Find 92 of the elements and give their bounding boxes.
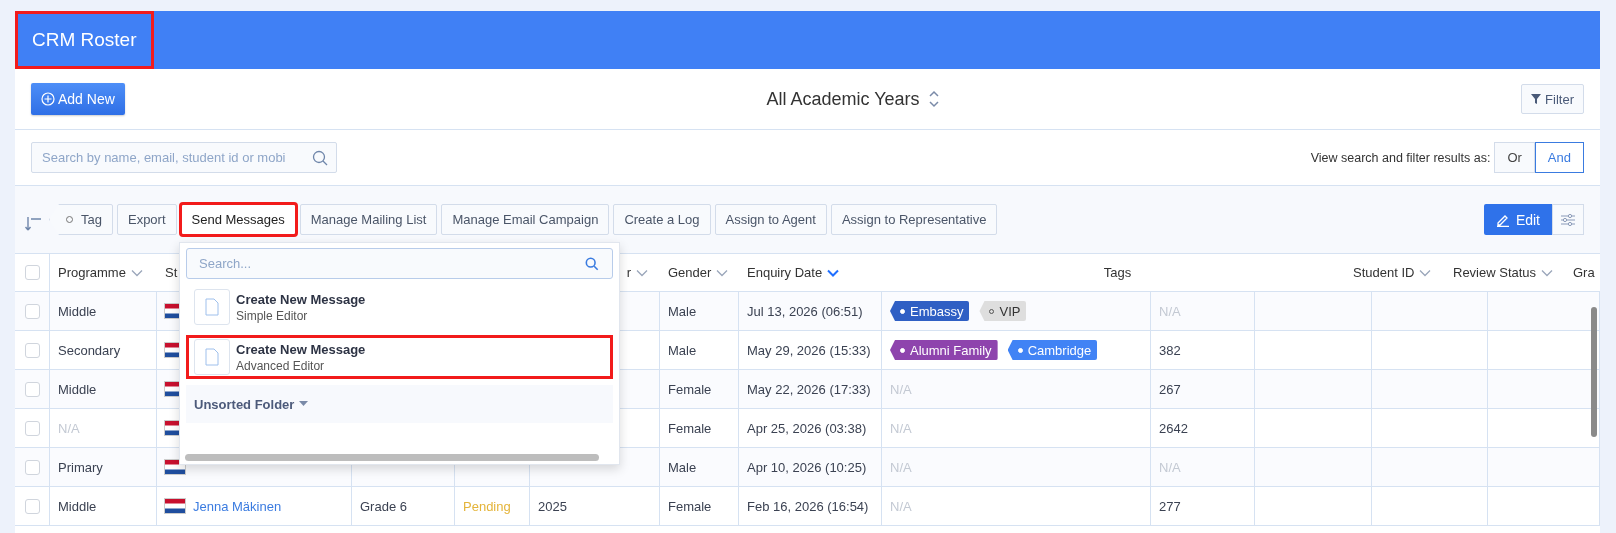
status-text: Pending [463, 498, 511, 514]
mode-toggle[interactable]: And [1534, 142, 1584, 173]
column-header[interactable]: r [626, 265, 631, 280]
toolbar-button[interactable]: Manage Mailing List [299, 204, 438, 235]
toolbar-button[interactable]: Create a Log [613, 204, 711, 235]
table-cell: 2025 [538, 498, 567, 514]
table-cell: May 22, 2026 (17:33) [747, 381, 871, 397]
table-cell: 382 [1159, 342, 1181, 358]
results-mode-label: View search and filter results as: [1310, 150, 1491, 165]
menu-item[interactable]: Create New Message Advanced Editor [186, 335, 613, 379]
chevron-down-icon[interactable] [636, 268, 648, 277]
column-header[interactable]: Student ID [1353, 265, 1415, 280]
tag-button[interactable]: Tag [49, 204, 113, 235]
menu-item-title: Create New Message [236, 291, 366, 307]
toolbar-button[interactable]: Assign to Representative [830, 204, 998, 235]
column-header[interactable]: Programme [58, 265, 126, 280]
scrollbar-thumb[interactable] [185, 454, 599, 461]
column-header[interactable]: Tags [1103, 265, 1132, 280]
scrollbar-thumb[interactable] [1591, 307, 1597, 437]
chevron-down-icon[interactable] [716, 268, 729, 277]
mode-toggle[interactable]: Or [1494, 142, 1535, 173]
table-cell: 2642 [1159, 420, 1188, 436]
row-checkbox[interactable] [24, 303, 40, 319]
table-cell: Female [668, 381, 712, 397]
table-cell: Grade 6 [360, 498, 407, 514]
tag-label[interactable]: Cambridge [1007, 340, 1098, 360]
search-icon [585, 257, 599, 271]
table-cell: May 29, 2026 (15:33) [747, 342, 871, 358]
table-cell: Apr 25, 2026 (03:38) [747, 420, 867, 436]
table-cell: Male [668, 459, 697, 475]
select-all-checkbox[interactable] [24, 265, 40, 280]
chevron-down-icon[interactable] [827, 268, 840, 277]
row-checkbox[interactable] [24, 420, 40, 436]
toolbar-button[interactable]: Export [116, 204, 177, 235]
toolbar-button[interactable]: Manage Email Campaign [441, 204, 610, 235]
toolbar-button[interactable]: Send Messages [180, 204, 296, 235]
table-cell: Male [668, 303, 697, 319]
settings-button[interactable] [1552, 204, 1584, 235]
column-header[interactable]: Enquiry Date [747, 265, 823, 280]
filter-button[interactable]: Filter [1521, 84, 1584, 114]
edit-button[interactable]: Edit [1483, 204, 1552, 235]
tag-label[interactable]: VIP [979, 301, 1027, 321]
caret-down-icon[interactable] [299, 401, 309, 407]
folder-toggle[interactable]: Unsorted Folder [194, 396, 295, 412]
row-checkbox[interactable] [24, 498, 40, 514]
table-cell: Middle [58, 381, 97, 397]
row-checkbox[interactable] [24, 342, 40, 358]
sliders-icon [1561, 213, 1575, 226]
chevron-down-icon[interactable] [1541, 268, 1554, 277]
table-cell: 277 [1159, 498, 1181, 514]
document-icon [205, 348, 219, 366]
table-cell: Secondary [58, 342, 121, 358]
column-header[interactable]: Gra [1573, 265, 1595, 280]
table-cell: 267 [1159, 381, 1181, 397]
window-title: CRM Roster [15, 11, 154, 69]
table-cell: Female [668, 420, 712, 436]
tag-label[interactable]: Embassy [890, 301, 970, 321]
menu-item-subtitle: Advanced Editor [236, 358, 326, 373]
tag-label[interactable]: Alumni Family [890, 340, 998, 360]
search-field[interactable]: Search by name, email, student id or mobi [31, 142, 337, 173]
table-cell: Primary [58, 459, 103, 475]
search-icon [312, 150, 328, 166]
student-name-link[interactable]: Jenna Mäkinen [193, 498, 282, 514]
menu-item-subtitle: Simple Editor [236, 308, 309, 323]
funnel-icon [1531, 94, 1542, 104]
table-cell: N/A [890, 420, 912, 436]
flag-icon [165, 499, 185, 513]
row-checkbox[interactable] [24, 381, 40, 397]
table-cell: Female [668, 498, 712, 514]
row-checkbox[interactable] [24, 459, 40, 475]
column-header[interactable]: Review Status [1453, 265, 1537, 280]
table-cell: Middle [58, 303, 97, 319]
table-cell: Feb 16, 2026 (16:54) [747, 498, 869, 514]
column-header[interactable]: St [165, 265, 178, 280]
menu-item-title: Create New Message [236, 341, 366, 357]
add-new-button[interactable]: Add New [31, 83, 125, 115]
plus-circle-icon [41, 92, 55, 106]
table-cell: Apr 10, 2026 (10:25) [747, 459, 867, 475]
chevron-down-icon[interactable] [1419, 268, 1432, 277]
year-selector[interactable]: All Academic Years [766, 88, 920, 110]
column-header[interactable]: Gender [668, 265, 712, 280]
menu-search-field[interactable]: Search... [186, 248, 613, 279]
toolbar-button[interactable]: Assign to Agent [714, 204, 827, 235]
document-icon [205, 298, 219, 316]
table-cell: Jul 13, 2026 (06:51) [747, 303, 863, 319]
table-cell: N/A [58, 420, 80, 436]
menu-item[interactable]: Create New Message Simple Editor [186, 285, 613, 329]
table-cell: Male [668, 342, 697, 358]
chevron-down-icon[interactable] [130, 268, 143, 277]
up-down-chevron-icon[interactable] [927, 88, 940, 110]
table-cell: N/A [890, 498, 912, 514]
table-cell: Middle [58, 498, 97, 514]
